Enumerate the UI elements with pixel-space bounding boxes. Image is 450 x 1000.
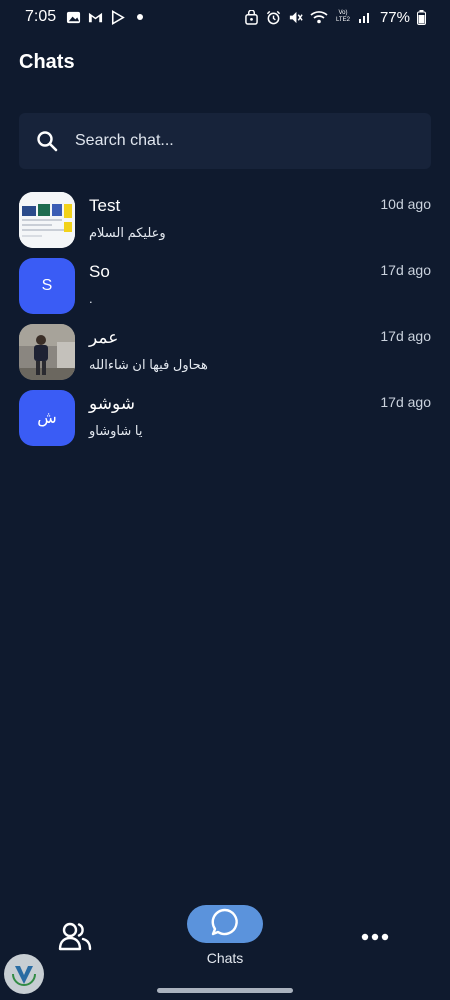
search-input[interactable] (75, 132, 395, 150)
chat-item[interactable]: ش شوشو يا شاوشاو 17d ago (0, 388, 450, 454)
chat-preview: يا شاوشاو (89, 423, 143, 438)
chat-list: Test وعليكم السلام 10d ago S So . 17d ag… (0, 190, 450, 454)
search-bar[interactable] (19, 113, 431, 169)
chat-preview: . (89, 291, 93, 306)
chat-item[interactable]: S So . 17d ago (0, 256, 450, 322)
status-bar-left: 7:05 (25, 8, 147, 26)
nav-more[interactable] (355, 920, 395, 946)
chats-tab-pill[interactable] (187, 905, 263, 943)
status-bar-right: Vo) LTE2 77% (244, 9, 426, 26)
chat-item[interactable]: عمر هحاول فيها ان شاءالله 17d ago (0, 322, 450, 388)
wifi-icon (310, 10, 328, 25)
chat-preview: وعليكم السلام (89, 225, 166, 240)
avatar-image (19, 324, 75, 380)
chat-name: شوشو (89, 394, 136, 413)
status-time: 7:05 (25, 8, 57, 25)
chat-time: 17d ago (380, 394, 431, 410)
chat-name: Test (89, 196, 121, 215)
app-lock-icon (244, 9, 259, 25)
mute-icon (288, 10, 303, 25)
chat-time: 10d ago (380, 196, 431, 212)
play-store-icon (110, 9, 125, 25)
bottom-nav: Chats (0, 890, 450, 980)
chat-time: 17d ago (380, 262, 431, 278)
watermark-logo (4, 954, 44, 994)
avatar-letter: ش (19, 390, 75, 446)
avatar-image (19, 192, 75, 248)
chat-name: So (89, 262, 110, 281)
contacts-icon (58, 920, 92, 957)
avatar-letter: S (19, 258, 75, 314)
chat-time: 17d ago (380, 328, 431, 344)
gmail-icon (88, 10, 103, 25)
alarm-icon (266, 10, 281, 25)
more-icon (361, 928, 389, 946)
battery-icon (417, 9, 426, 25)
nav-contacts[interactable] (55, 920, 95, 957)
home-indicator[interactable] (157, 988, 293, 993)
status-bar: 7:05 Vo) LTE2 77% (0, 0, 450, 34)
dot-icon (132, 10, 147, 25)
page-title: Chats (19, 51, 75, 73)
chat-preview: هحاول فيها ان شاءالله (89, 357, 208, 372)
battery-percent: 77% (379, 8, 410, 26)
network-label: Vo) LTE2 (336, 10, 350, 23)
nav-chats[interactable]: Chats (187, 905, 263, 966)
chats-tab-label: Chats (206, 950, 244, 966)
search-icon (35, 129, 59, 153)
chat-item[interactable]: Test وعليكم السلام 10d ago (0, 190, 450, 256)
signal-icon (358, 10, 373, 25)
chat-bubble-icon (210, 907, 240, 942)
chat-name: عمر (89, 328, 119, 347)
photo-icon (66, 10, 81, 25)
